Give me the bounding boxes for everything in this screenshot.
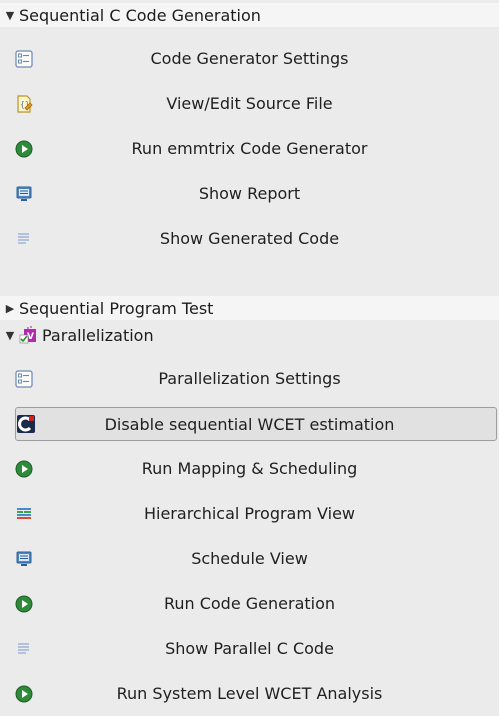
parallelization-icon: V bbox=[19, 326, 36, 344]
show-generated-code-button[interactable]: Show Generated Code bbox=[0, 216, 499, 261]
run-emmtrix-code-generator-button[interactable]: Run emmtrix Code Generator bbox=[0, 126, 499, 171]
section-header-sequential-c-code-generation[interactable]: ▼ Sequential C Code Generation bbox=[0, 3, 499, 27]
run-code-generation-button[interactable]: Run Code Generation bbox=[0, 581, 499, 626]
item-label: Hierarchical Program View bbox=[143, 504, 355, 523]
item-label: Schedule View bbox=[191, 549, 308, 568]
collapse-arrow-icon[interactable]: ▶ bbox=[3, 302, 17, 315]
item-label: Show Generated Code bbox=[159, 229, 340, 248]
hierarchical-program-view-button[interactable]: Hierarchical Program View bbox=[0, 491, 499, 536]
show-parallel-c-code-button[interactable]: Show Parallel C Code bbox=[0, 626, 499, 671]
expand-arrow-icon[interactable]: ▼ bbox=[3, 329, 17, 342]
section-title: Parallelization bbox=[42, 325, 154, 345]
expand-arrow-icon[interactable]: ▼ bbox=[3, 9, 17, 22]
item-label: Run Code Generation bbox=[163, 594, 336, 613]
section-title: Sequential C Code Generation bbox=[19, 5, 261, 25]
section-header-parallelization[interactable]: ▼ V Parallelization bbox=[0, 323, 499, 347]
item-label: Disable sequential WCET estimation bbox=[104, 414, 395, 434]
code-generator-settings-button[interactable]: Code Generator Settings bbox=[0, 36, 499, 81]
item-label: Parallelization Settings bbox=[158, 369, 341, 388]
disable-sequential-wcet-estimation-button[interactable]: Disable sequential WCET estimation bbox=[15, 407, 497, 441]
view-edit-source-file-button[interactable]: {} View/Edit Source File bbox=[0, 81, 499, 126]
item-label: Run emmtrix Code Generator bbox=[131, 139, 368, 158]
run-mapping-scheduling-button[interactable]: Run Mapping & Scheduling bbox=[0, 446, 499, 491]
show-report-button[interactable]: Show Report bbox=[0, 171, 499, 216]
section-title: Sequential Program Test bbox=[19, 298, 214, 318]
parallelization-settings-button[interactable]: Parallelization Settings bbox=[0, 356, 499, 401]
item-label: Run Mapping & Scheduling bbox=[141, 459, 358, 478]
item-label: Run System Level WCET Analysis bbox=[116, 684, 383, 703]
schedule-view-button[interactable]: Schedule View bbox=[0, 536, 499, 581]
item-label: Code Generator Settings bbox=[150, 49, 349, 68]
item-label: View/Edit Source File bbox=[166, 94, 333, 113]
item-label: Show Parallel C Code bbox=[165, 639, 334, 658]
item-label: Show Report bbox=[198, 184, 301, 203]
run-system-level-wcet-analysis-button[interactable]: Run System Level WCET Analysis bbox=[0, 671, 499, 716]
section-header-sequential-program-test[interactable]: ▶ Sequential Program Test bbox=[0, 296, 499, 320]
